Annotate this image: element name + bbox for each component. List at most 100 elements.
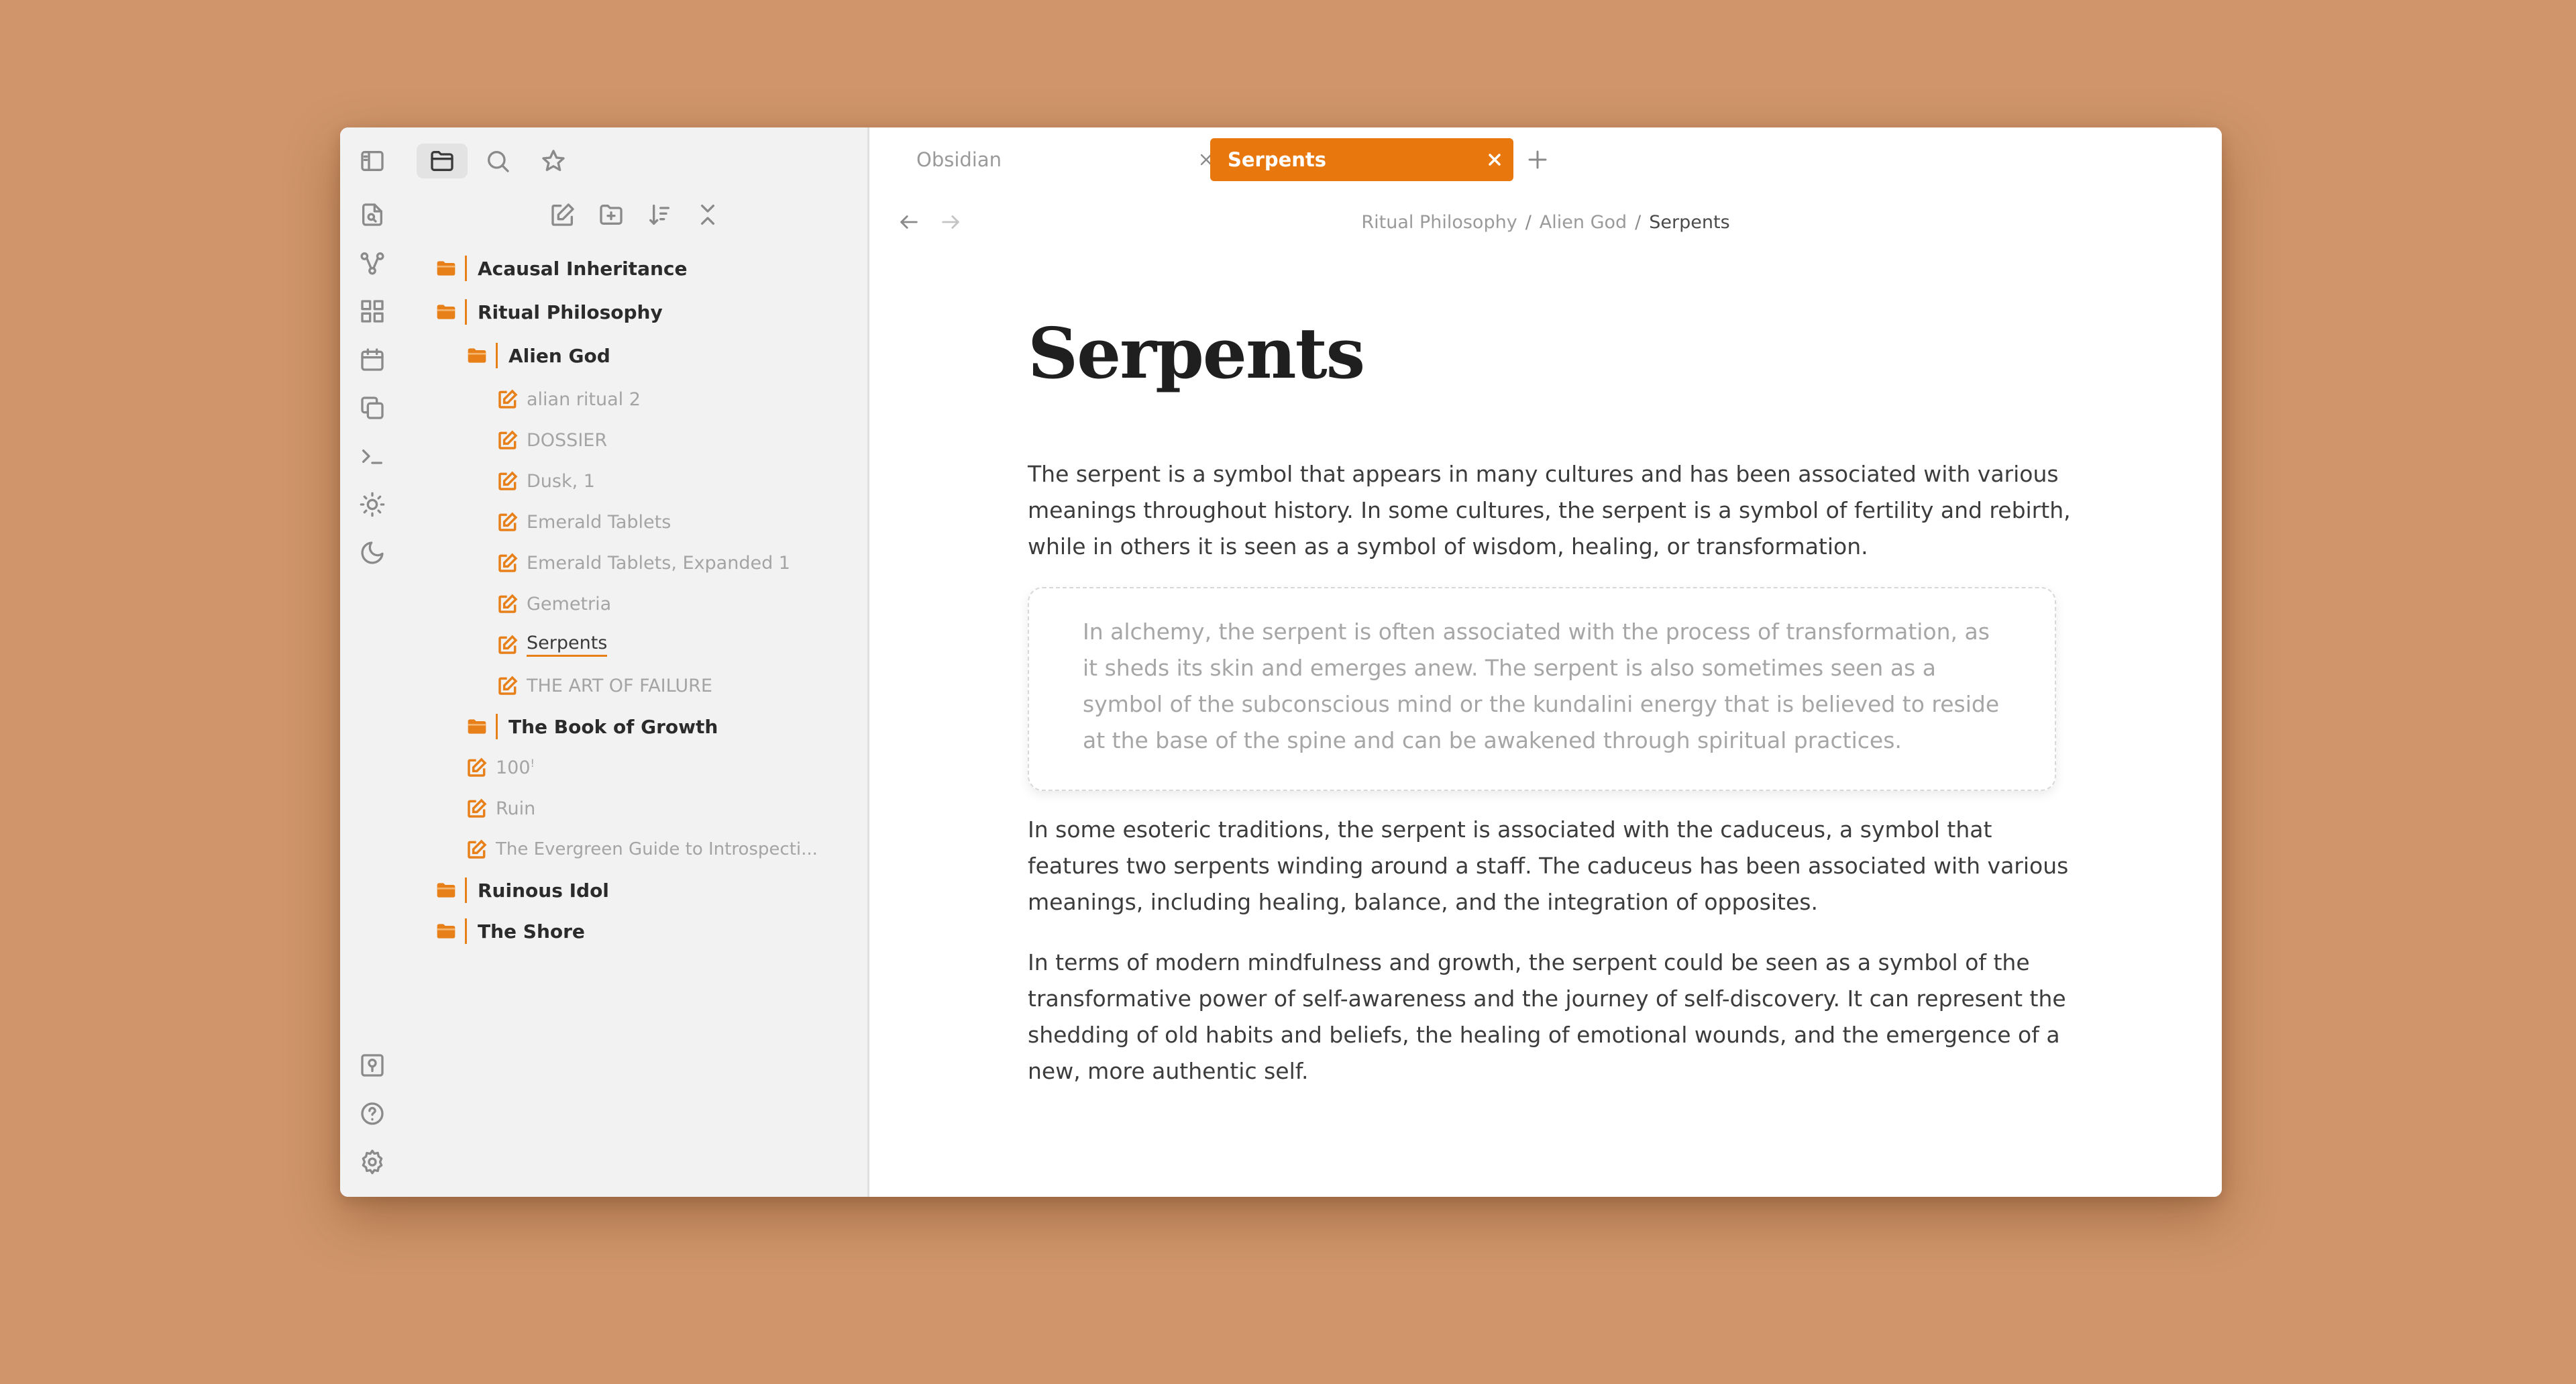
- terminal-icon[interactable]: [359, 443, 386, 470]
- file-100[interactable]: 100!: [466, 747, 535, 788]
- file-alian-ritual-2[interactable]: alian ritual 2: [497, 379, 641, 419]
- file-label: Emerald Tablets, Expanded 1: [527, 552, 790, 574]
- file-label-superscript: !: [530, 757, 535, 769]
- templates-icon[interactable]: [359, 394, 386, 421]
- file-label: DOSSIER: [527, 429, 608, 451]
- file-evergreen-guide[interactable]: The Evergreen Guide to Introspecti...: [466, 829, 818, 869]
- file-explorer-icon[interactable]: [429, 148, 455, 174]
- main-editor-area: Obsidian Serpents Ritual Philosophy / Al…: [869, 127, 2222, 1197]
- note-edit-icon: [497, 593, 519, 615]
- folder-label: The Book of Growth: [508, 715, 718, 738]
- folder-label: The Shore: [478, 920, 585, 943]
- note-edit-icon: [466, 839, 488, 860]
- file-label: alian ritual 2: [527, 388, 641, 410]
- view-header: Ritual Philosophy / Alien God / Serpents: [869, 195, 2222, 248]
- folder-indicator-bar: [465, 918, 467, 944]
- file-art-of-failure[interactable]: THE ART OF FAILURE: [497, 666, 712, 706]
- light-mode-icon[interactable]: [359, 491, 386, 518]
- file-label: Dusk, 1: [527, 470, 595, 492]
- folder-icon: [466, 716, 488, 737]
- ribbon: [340, 127, 404, 1197]
- paragraph: In some esoteric traditions, the serpent…: [1028, 816, 2069, 915]
- folder-icon: [435, 920, 457, 942]
- tab-serpents[interactable]: Serpents: [1210, 138, 1513, 181]
- close-tab-icon[interactable]: [1485, 150, 1504, 169]
- folder-label: Ruinous Idol: [478, 879, 609, 902]
- collapse-all-icon[interactable]: [694, 201, 721, 228]
- note-edit-icon: [497, 552, 519, 574]
- sort-order-icon[interactable]: [646, 201, 673, 228]
- bookmark-star-icon[interactable]: [540, 148, 567, 174]
- folder-indicator-bar: [465, 256, 467, 281]
- note-edit-icon: [497, 675, 519, 696]
- folder-indicator-bar: [465, 877, 467, 903]
- file-explorer-actions: [340, 201, 869, 235]
- file-dossier[interactable]: DOSSIER: [497, 420, 607, 460]
- file-label: 100!: [496, 757, 535, 778]
- file-label: Gemetria: [527, 593, 612, 615]
- folder-label: Alien God: [508, 344, 610, 367]
- help-icon[interactable]: [359, 1100, 386, 1127]
- note-content[interactable]: Serpents The serpent is a symbol that ap…: [1028, 312, 2071, 1084]
- note-edit-icon: [497, 634, 519, 655]
- folder-alien-god[interactable]: Alien God: [466, 335, 610, 376]
- breadcrumb-separator: /: [1635, 212, 1642, 233]
- breadcrumb: Ritual Philosophy / Alien God / Serpents: [869, 212, 2222, 233]
- file-emerald-tablets[interactable]: Emerald Tablets: [497, 502, 671, 542]
- folder-acausal-inheritance[interactable]: Acausal Inheritance: [435, 248, 687, 288]
- dark-mode-icon[interactable]: [359, 539, 386, 566]
- tab-label: Obsidian: [916, 148, 1002, 171]
- note-edit-icon: [466, 798, 488, 819]
- file-label: Serpents: [527, 633, 608, 657]
- new-tab-plus-icon[interactable]: [1525, 148, 1550, 172]
- folder-ritual-philosophy[interactable]: Ritual Philosophy: [435, 292, 663, 332]
- folder-book-of-growth[interactable]: The Book of Growth: [466, 706, 718, 747]
- note-edit-icon: [497, 511, 519, 533]
- folder-indicator-bar: [496, 714, 498, 739]
- file-gemetria[interactable]: Gemetria: [497, 584, 611, 624]
- tab-obsidian[interactable]: Obsidian: [896, 138, 1225, 181]
- file-serpents[interactable]: Serpents: [497, 625, 608, 665]
- tab-label: Serpents: [1228, 148, 1327, 171]
- settings-gear-icon[interactable]: [359, 1149, 386, 1175]
- vault-switcher-icon[interactable]: [359, 1052, 386, 1079]
- new-folder-icon[interactable]: [598, 201, 625, 228]
- folder-indicator-bar: [465, 299, 467, 325]
- note-edit-icon: [497, 388, 519, 410]
- file-label: Emerald Tablets: [527, 511, 672, 533]
- file-label: Ruin: [496, 798, 536, 819]
- folder-label: Ritual Philosophy: [478, 301, 663, 323]
- breadcrumb-separator: /: [1525, 212, 1532, 233]
- folder-icon: [435, 301, 457, 323]
- graph-view-icon[interactable]: [359, 250, 386, 276]
- search-icon[interactable]: [484, 148, 511, 174]
- breadcrumb-item-alien-god[interactable]: Alien God: [1540, 212, 1627, 233]
- breadcrumb-current-note[interactable]: Serpents: [1649, 212, 1729, 233]
- folder-the-shore[interactable]: The Shore: [435, 911, 585, 951]
- file-dusk-1[interactable]: Dusk, 1: [497, 461, 595, 501]
- folder-indicator-bar: [496, 343, 498, 368]
- file-label: THE ART OF FAILURE: [527, 675, 712, 696]
- note-edit-icon: [497, 429, 519, 451]
- blockquote-callout: In alchemy, the serpent is often associa…: [1028, 587, 2056, 791]
- sidebar-top-toolbar: [340, 140, 869, 187]
- file-label: The Evergreen Guide to Introspecti...: [496, 839, 818, 859]
- new-note-icon[interactable]: [549, 201, 576, 228]
- breadcrumb-item-ritual-philosophy[interactable]: Ritual Philosophy: [1361, 212, 1517, 233]
- canvas-icon[interactable]: [359, 298, 386, 325]
- file-ruin[interactable]: Ruin: [466, 788, 535, 829]
- note-edit-icon: [497, 470, 519, 492]
- folder-label: Acausal Inheritance: [478, 257, 688, 280]
- calendar-icon[interactable]: [359, 346, 386, 373]
- folder-icon: [435, 880, 457, 901]
- note-title: Serpents: [1028, 312, 1365, 394]
- file-label-text: 100: [496, 757, 531, 778]
- paragraph: The serpent is a symbol that appears in …: [1028, 461, 2071, 560]
- paragraph: In terms of modern mindfulness and growt…: [1028, 949, 2066, 1084]
- file-emerald-tablets-expanded[interactable]: Emerald Tablets, Expanded 1: [497, 543, 790, 583]
- app-window: Acausal Inheritance Ritual Philosophy Al…: [340, 127, 2222, 1197]
- folder-icon: [466, 345, 488, 366]
- left-sidebar: Acausal Inheritance Ritual Philosophy Al…: [340, 127, 869, 1197]
- folder-icon: [435, 258, 457, 279]
- folder-ruinous-idol[interactable]: Ruinous Idol: [435, 870, 609, 910]
